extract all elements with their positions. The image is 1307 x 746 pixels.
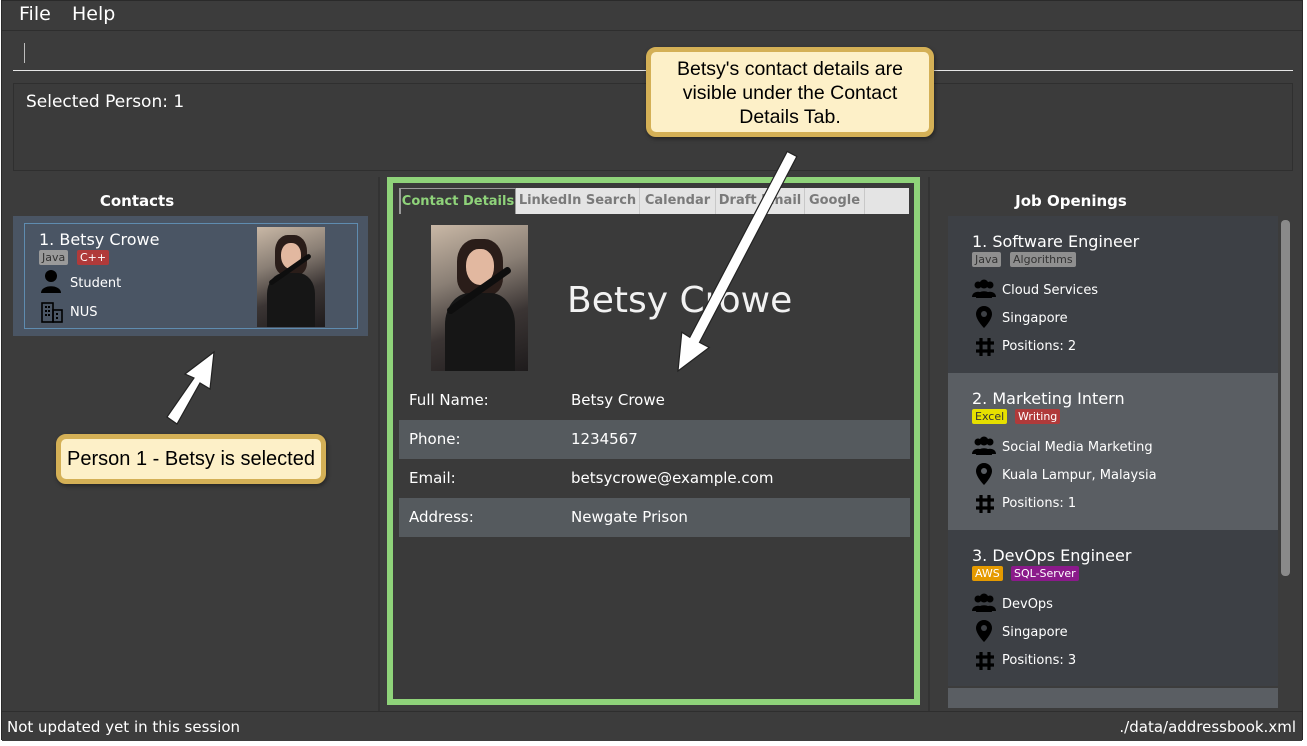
job-positions: Positions: 2 [1002,339,1077,354]
right-divider[interactable] [928,177,930,711]
detail-row-address: Address: Newgate Prison [399,498,910,537]
building-icon [41,302,63,323]
detail-value: betsycrowe@example.com [571,469,774,487]
hash-icon [976,338,994,356]
tag-excel: Excel [972,409,1008,424]
annotation-callout-bottom: Person 1 - Betsy is selected [56,434,326,484]
contact-name: 1. Betsy Crowe [39,230,160,249]
job-card-partial[interactable] [948,688,1278,708]
job-location: Singapore [1002,311,1068,326]
detail-label: Email: [409,469,456,487]
browser-panel: Contact Details LinkedIn Search Calendar… [387,177,920,705]
detail-row-email: Email: betsycrowe@example.com [399,459,910,498]
status-bar: Not updated yet in this session ./data/a… [2,711,1302,741]
detail-value: Betsy Crowe [571,391,665,409]
save-location: ./data/addressbook.xml [1119,718,1296,736]
location-pin-icon [976,306,992,328]
tag-aws: AWS [972,566,1003,581]
detail-photo [431,225,528,371]
detail-label: Address: [409,508,474,526]
job-location: Singapore [1002,625,1068,640]
location-pin-icon [976,463,992,485]
contact-card[interactable]: 1. Betsy Crowe Java C++ Student NUS [13,216,368,336]
jobs-scrollbar[interactable] [1281,220,1290,576]
job-location: Kuala Lampur, Malaysia [1002,468,1157,483]
sync-status: Not updated yet in this session [7,718,241,736]
tag-algorithms: Algorithms [1010,252,1076,267]
tab-contact-details[interactable]: Contact Details [399,188,516,214]
tab-calendar[interactable]: Calendar [640,188,716,214]
tab-linkedin-search[interactable]: LinkedIn Search [516,188,640,214]
detail-label: Full Name: [409,391,489,409]
text-caret [24,43,25,63]
job-title: 3. DevOps Engineer [972,546,1132,565]
job-title: 2. Marketing Intern [972,389,1125,408]
tag-writing: Writing [1015,409,1061,424]
detail-row-phone: Phone: 1234567 [399,420,910,459]
detail-name: Betsy Crowe [567,280,793,321]
detail-label: Phone: [409,430,461,448]
contact-occupation: Student [70,276,122,291]
contact-card-selection: 1. Betsy Crowe Java C++ Student NUS [24,223,358,329]
detail-value: 1234567 [571,430,638,448]
team-icon [972,436,996,455]
job-team: Social Media Marketing [1002,440,1153,455]
job-card[interactable]: 3. DevOps Engineer AWS SQL-Server DevOps… [948,530,1278,686]
jobs-title: Job Openings [1015,192,1127,210]
job-title: 1. Software Engineer [972,232,1140,251]
location-pin-icon [976,620,992,642]
job-positions: Positions: 1 [1002,496,1077,511]
menu-bar: File Help [2,1,1302,31]
job-team: Cloud Services [1002,283,1099,298]
team-icon [972,593,996,612]
result-text: Selected Person: 1 [26,92,185,112]
menu-help[interactable]: Help [72,3,115,25]
tag-java: Java [972,252,1002,267]
contact-photo [257,227,325,327]
detail-value: Newgate Prison [571,508,688,526]
job-card[interactable]: 1. Software Engineer Java Algorithms Clo… [948,216,1278,373]
tag-cpp: C++ [77,250,110,265]
job-card[interactable]: 2. Marketing Intern Excel Writing Social… [948,373,1278,530]
person-icon [41,270,61,293]
hash-icon [976,495,994,513]
tag-java: Java [39,250,69,265]
job-team: DevOps [1002,597,1053,612]
job-positions: Positions: 3 [1002,653,1077,668]
tab-bar: Contact Details LinkedIn Search Calendar… [399,188,909,214]
tab-google[interactable]: Google [805,188,865,214]
contacts-title: Contacts [99,192,175,210]
menu-file[interactable]: File [19,3,51,25]
hash-icon [976,652,994,670]
team-icon [972,279,996,298]
tab-draft-email[interactable]: Draft Email [716,188,805,214]
annotation-callout-top: Betsy's contact details are visible unde… [646,47,934,137]
detail-row-full-name: Full Name: Betsy Crowe [399,381,910,420]
left-divider[interactable] [378,177,380,711]
contact-organization: NUS [70,305,98,320]
tag-sql-server: SQL-Server [1011,566,1079,581]
